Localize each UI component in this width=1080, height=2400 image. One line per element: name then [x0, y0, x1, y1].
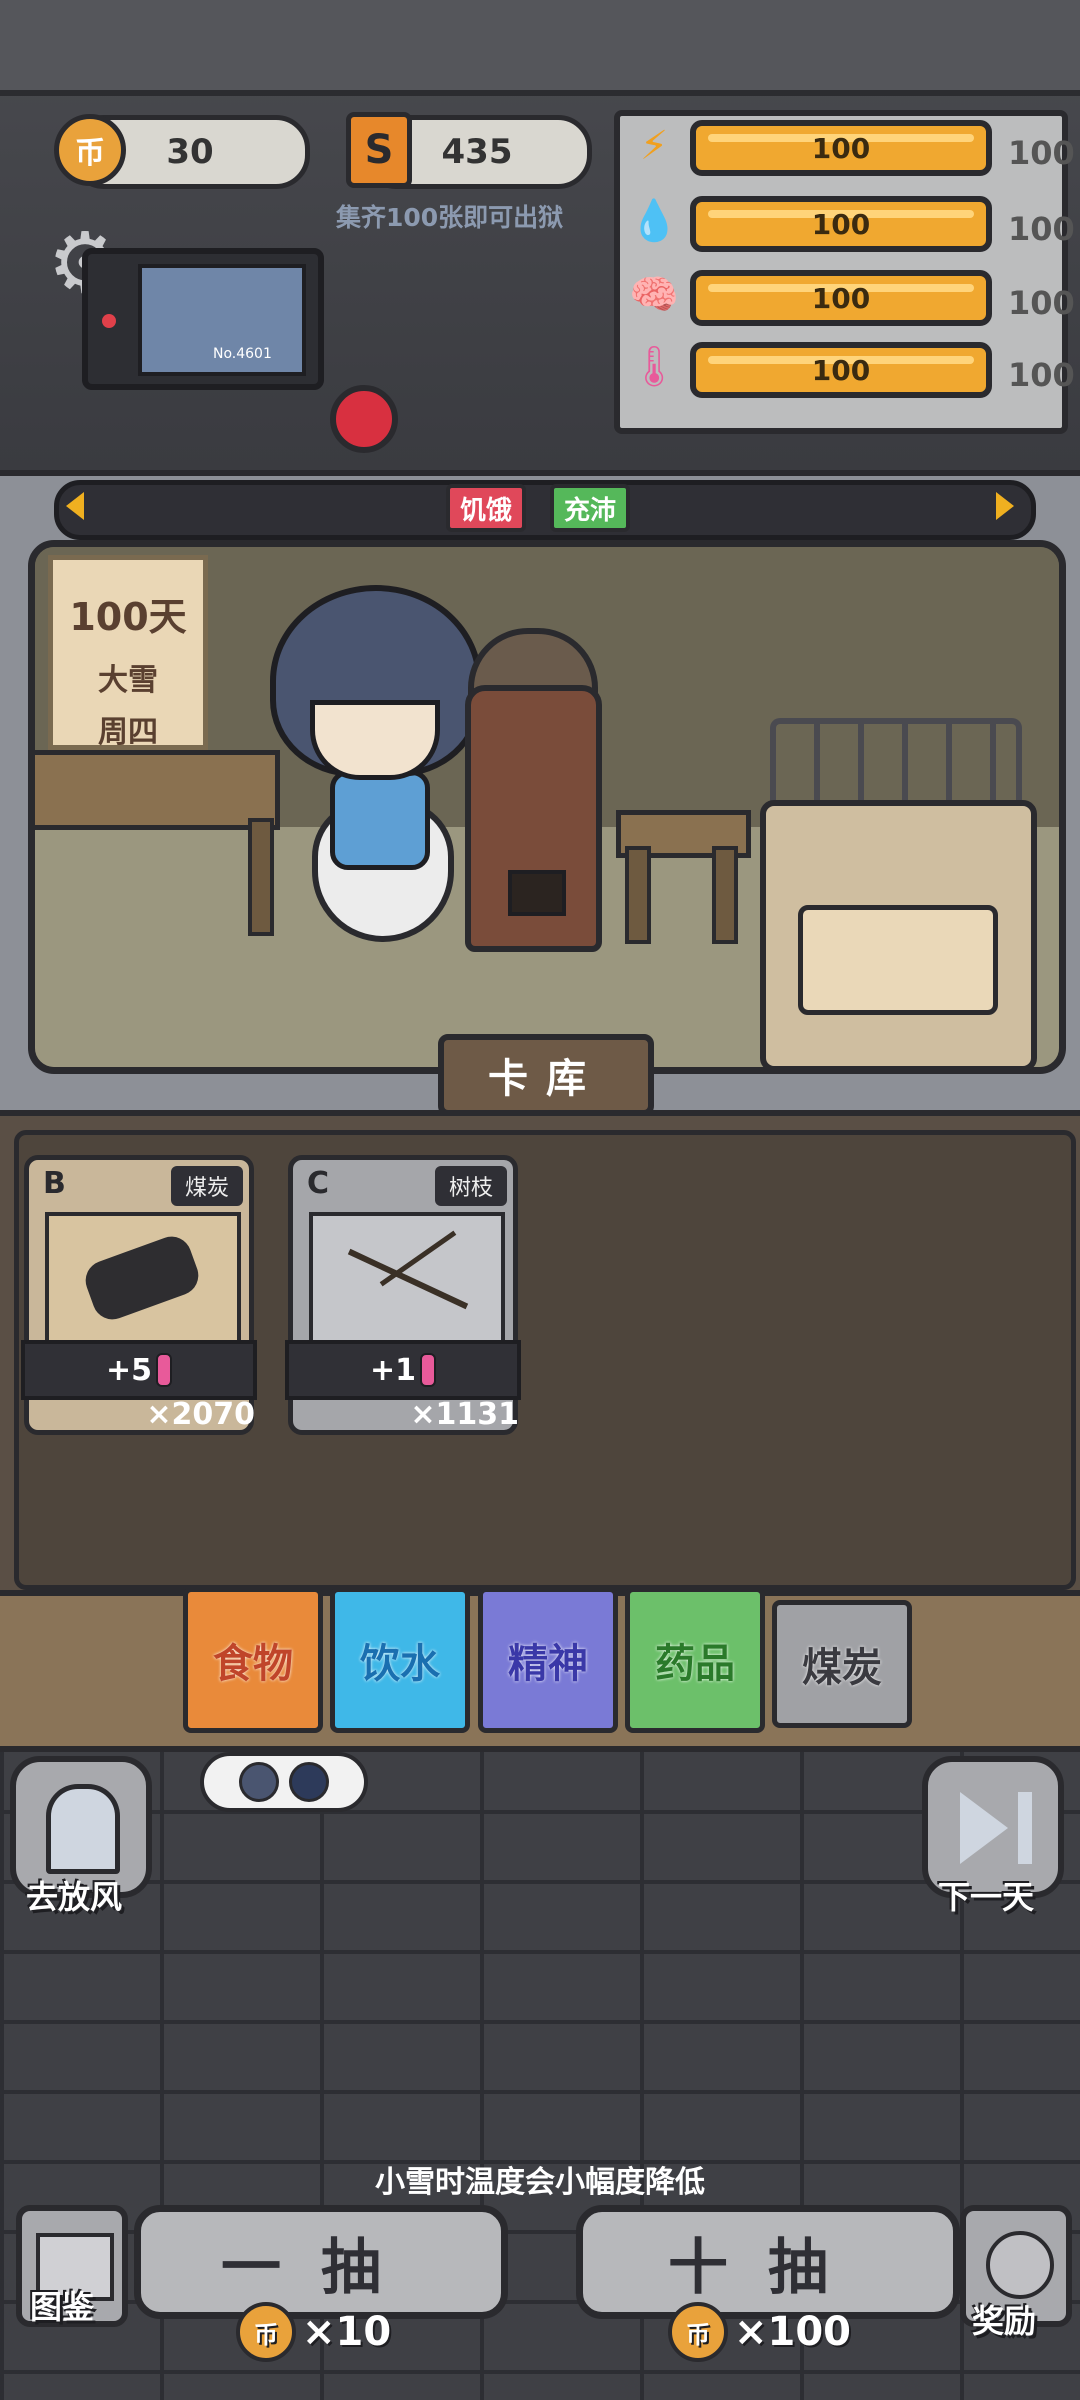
- card-count: ×1131: [410, 1397, 519, 1432]
- draw-one-cost: 币 ×10: [236, 2302, 391, 2362]
- water-value: 100: [811, 207, 871, 241]
- companion-bubble: [200, 1752, 368, 1812]
- card-title: 煤炭: [170, 1166, 243, 1206]
- reward-label: 奖励: [972, 2302, 1037, 2340]
- card-grade: B: [43, 1166, 66, 1201]
- table-leg: [248, 818, 274, 936]
- status-tag-energetic: 充沛: [550, 484, 631, 532]
- energy-max: 100: [1008, 134, 1075, 172]
- stool-leg: [625, 846, 651, 944]
- draw-one-label: 一抽: [221, 2232, 421, 2303]
- day-sign: 100天 大雪 周四: [48, 555, 208, 750]
- collect-hint: 集齐100张即可出狱: [336, 203, 564, 232]
- card-bonus: +1: [285, 1340, 521, 1400]
- day-count: 100天: [69, 595, 187, 639]
- card-grade: C: [307, 1166, 330, 1201]
- card-bonus-value: +1: [369, 1352, 416, 1388]
- energy-value: 100: [811, 131, 871, 165]
- draw-ten-cost: 币 ×100: [668, 2302, 851, 2362]
- tab-coal-label: 煤炭: [802, 1645, 882, 1691]
- skip-bar-icon: [1018, 1792, 1032, 1864]
- tab-spirit[interactable]: 精神: [478, 1587, 618, 1733]
- wooden-table: [30, 750, 280, 830]
- temperature-value: 100: [811, 353, 871, 387]
- security-monitor: No.4601: [82, 248, 324, 390]
- ceiling-beam: [0, 0, 1080, 96]
- water-bar: 100: [690, 196, 992, 252]
- bed-pillow: [798, 905, 998, 1015]
- tab-medicine-label: 药品: [655, 1641, 735, 1687]
- tab-water[interactable]: 饮水: [330, 1587, 470, 1733]
- branch-icon: [309, 1212, 505, 1350]
- mind-value: 100: [811, 281, 871, 315]
- coin-icon: 币: [668, 2302, 728, 2362]
- next-arrow-icon[interactable]: [996, 492, 1014, 520]
- coal-icon: [45, 1212, 241, 1350]
- go-out-label: 去放风: [26, 1878, 123, 1916]
- draw-ten-label: 十抽: [668, 2232, 868, 2303]
- tab-food[interactable]: 食物: [183, 1587, 323, 1733]
- tab-food-label: 食物: [213, 1641, 293, 1687]
- weather-tip: 小雪时温度会小幅度降低: [375, 2165, 705, 2200]
- stove-fire-icon: [508, 870, 566, 916]
- door-icon: [46, 1784, 120, 1874]
- status-tag-hungry: 饥饿: [446, 484, 527, 532]
- coin-icon: 币: [54, 114, 126, 186]
- energy-bar: 100: [690, 120, 992, 176]
- brain-icon: 🧠: [629, 271, 679, 318]
- status-bar: [54, 480, 1036, 540]
- mind-bar: 100: [690, 270, 992, 326]
- s-currency-icon: S: [346, 112, 412, 188]
- draw-one-cost-value: ×10: [302, 2309, 392, 2355]
- weather-label: 大雪: [98, 663, 158, 698]
- card-branch[interactable]: C 树枝 +1 ×1131: [285, 1155, 521, 1435]
- card-count: ×2070: [146, 1397, 255, 1432]
- tab-spirit-label: 精神: [508, 1641, 588, 1687]
- mind-max: 100: [1008, 284, 1075, 322]
- card-bonus-value: +5: [105, 1352, 152, 1388]
- prisoner-number: No.4601: [213, 346, 272, 362]
- tab-water-label: 饮水: [360, 1641, 440, 1687]
- next-day-label: 下一天: [938, 1878, 1035, 1916]
- mouse-icon: [986, 2231, 1054, 2299]
- draw-ten-cost-value: ×100: [734, 2309, 852, 2355]
- guard-avatar: [289, 1762, 329, 1802]
- prisoner-avatar: [239, 1762, 279, 1802]
- prisoner-face: [310, 700, 440, 780]
- monitor-led-icon: [102, 314, 116, 328]
- card-title: 树枝: [434, 1166, 507, 1206]
- tab-coal[interactable]: 煤炭: [772, 1600, 912, 1728]
- guide-label: 图鉴: [30, 2288, 95, 2326]
- water-max: 100: [1008, 210, 1075, 248]
- alarm-light-icon: [330, 385, 398, 453]
- weekday-label: 周四: [98, 715, 158, 750]
- coin-count: 30: [166, 132, 214, 172]
- s-currency-count: 435: [441, 132, 513, 172]
- thermometer-icon: [420, 1353, 436, 1387]
- card-coal[interactable]: B 煤炭 +5 ×2070: [21, 1155, 257, 1435]
- card-storage-title: 卡库: [438, 1034, 654, 1116]
- temperature-bar: 100: [690, 342, 992, 398]
- energy-icon: ⚡: [639, 123, 669, 169]
- prisoner-body: [330, 770, 430, 870]
- tab-medicine[interactable]: 药品: [625, 1587, 765, 1733]
- prev-arrow-icon[interactable]: [66, 492, 84, 520]
- thermometer-icon: [156, 1353, 172, 1387]
- water-icon: 💧: [629, 197, 679, 244]
- card-bonus: +5: [21, 1340, 257, 1400]
- play-icon: [960, 1792, 1008, 1864]
- stool-leg: [712, 846, 738, 944]
- coin-icon: 币: [236, 2302, 296, 2362]
- thermometer-icon: 🌡: [628, 343, 680, 390]
- stats-panel: ⚡ 100 100 💧 100 100 🧠 100 100 🌡 100 100: [614, 110, 1075, 434]
- temperature-max: 100: [1008, 356, 1075, 394]
